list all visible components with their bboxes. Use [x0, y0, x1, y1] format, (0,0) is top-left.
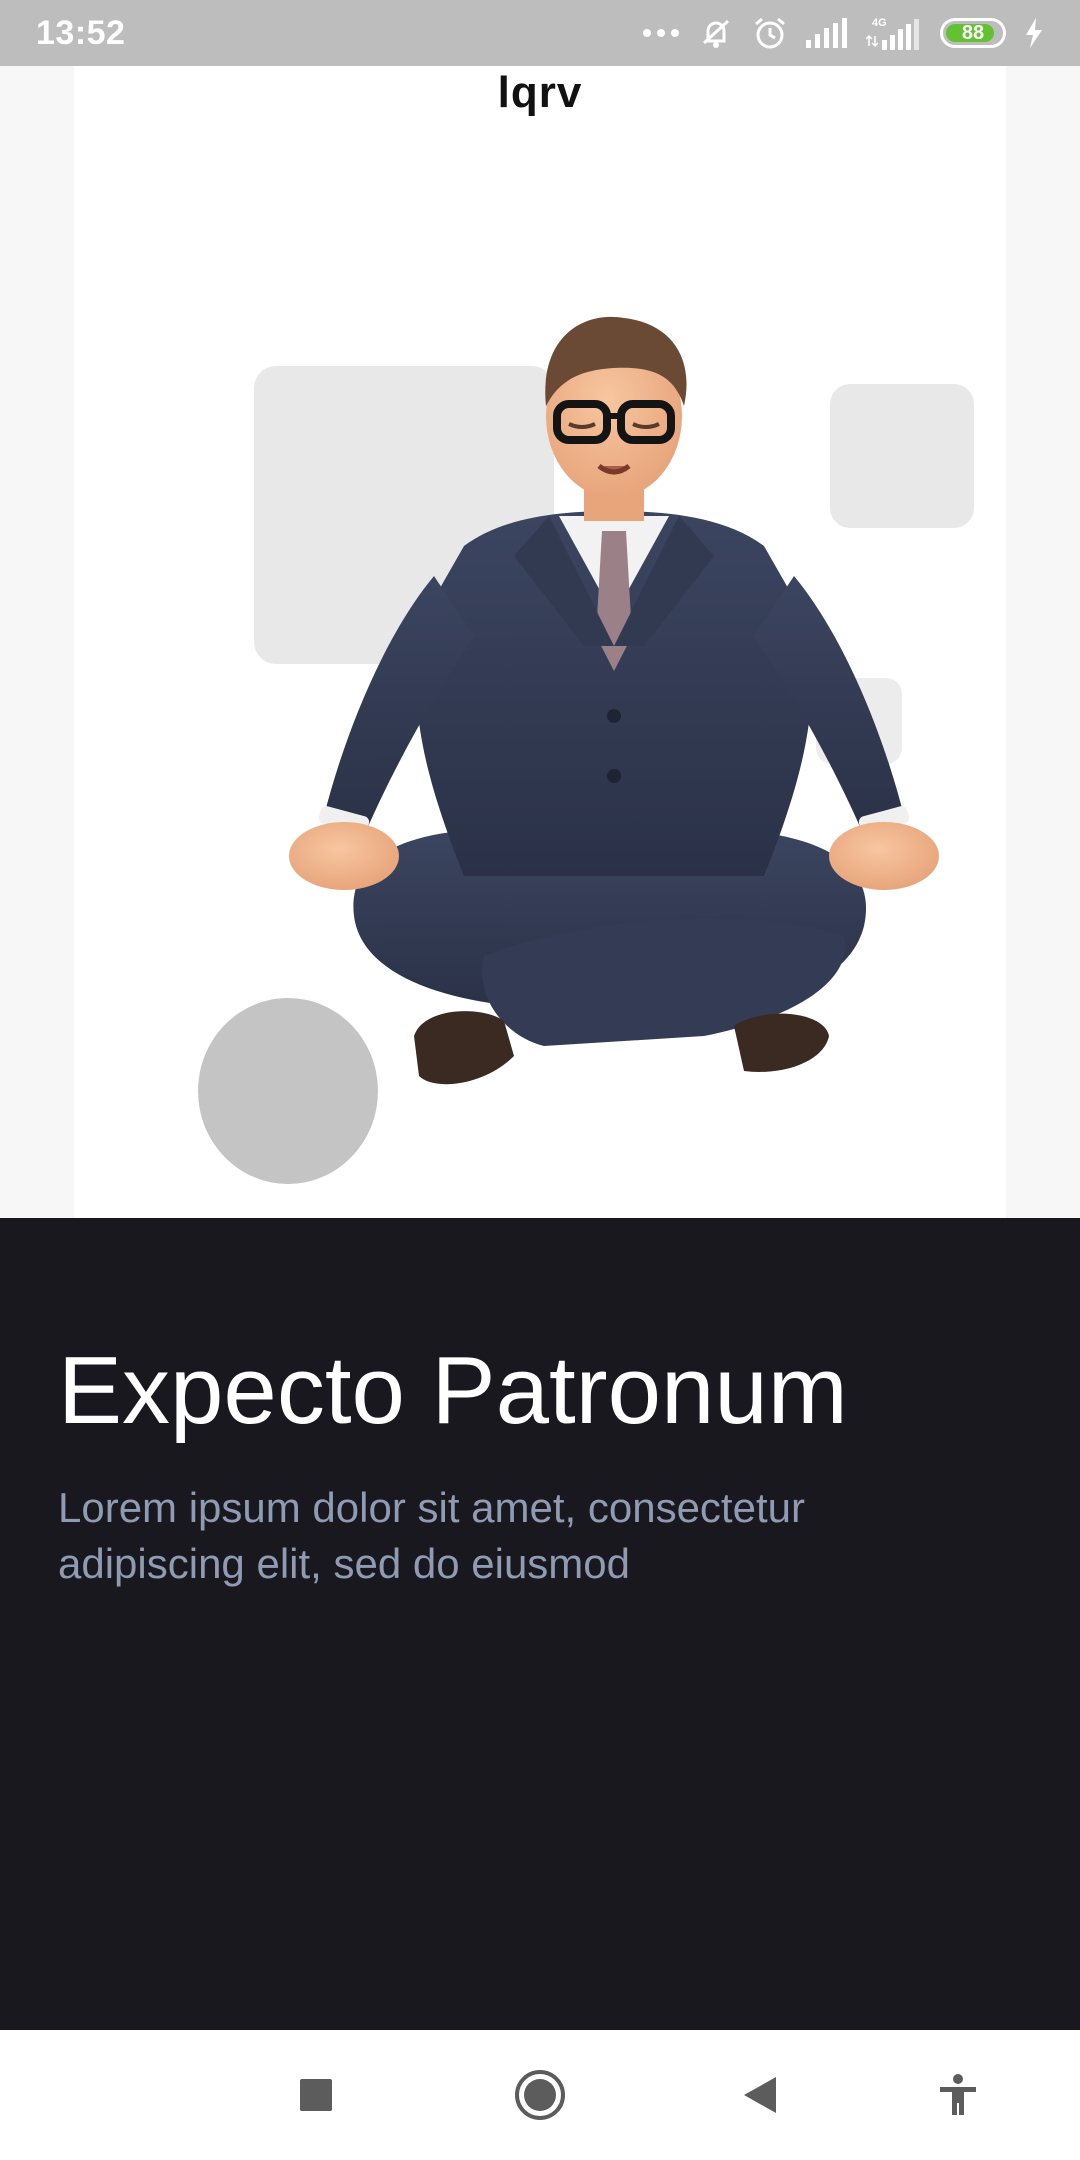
- status-time: 13:52: [36, 13, 126, 52]
- battery-icon: 88: [940, 18, 1006, 48]
- back-button[interactable]: [720, 2030, 800, 2160]
- status-icons: 4G 88: [642, 15, 1044, 51]
- brand-logo: lqrv: [497, 68, 583, 117]
- home-button[interactable]: [500, 2030, 580, 2160]
- charging-icon: [1024, 18, 1044, 48]
- accessibility-icon: [940, 2074, 976, 2115]
- navigation-bar: [0, 2030, 1080, 2160]
- status-bar: 13:52 4G 88: [0, 0, 1080, 66]
- recents-square-icon: [300, 2079, 332, 2111]
- back-triangle-icon: [744, 2077, 776, 2113]
- meditating-businessman-illustration: [289, 316, 939, 1085]
- svg-text:4G: 4G: [872, 17, 887, 29]
- page-description: Lorem ipsum dolor sit amet, consectetur …: [58, 1484, 805, 1587]
- signal-4g-icon: 4G: [866, 16, 922, 50]
- hero-card: lqrv: [74, 66, 1006, 1218]
- content-section: Expecto Patronum Lorem ipsum dolor sit a…: [0, 1218, 1080, 2030]
- alarm-icon: [752, 15, 788, 51]
- battery-level: 88: [961, 21, 985, 44]
- mute-icon: [698, 15, 734, 51]
- page-title: Expecto Patronum: [58, 1337, 848, 1444]
- accessibility-button[interactable]: [918, 2030, 998, 2160]
- signal-icon: [806, 18, 848, 48]
- home-circle-icon: [515, 2070, 565, 2120]
- more-dots-icon: [642, 28, 680, 38]
- recents-button[interactable]: [276, 2030, 356, 2160]
- hero-section: lqrv: [0, 66, 1080, 1218]
